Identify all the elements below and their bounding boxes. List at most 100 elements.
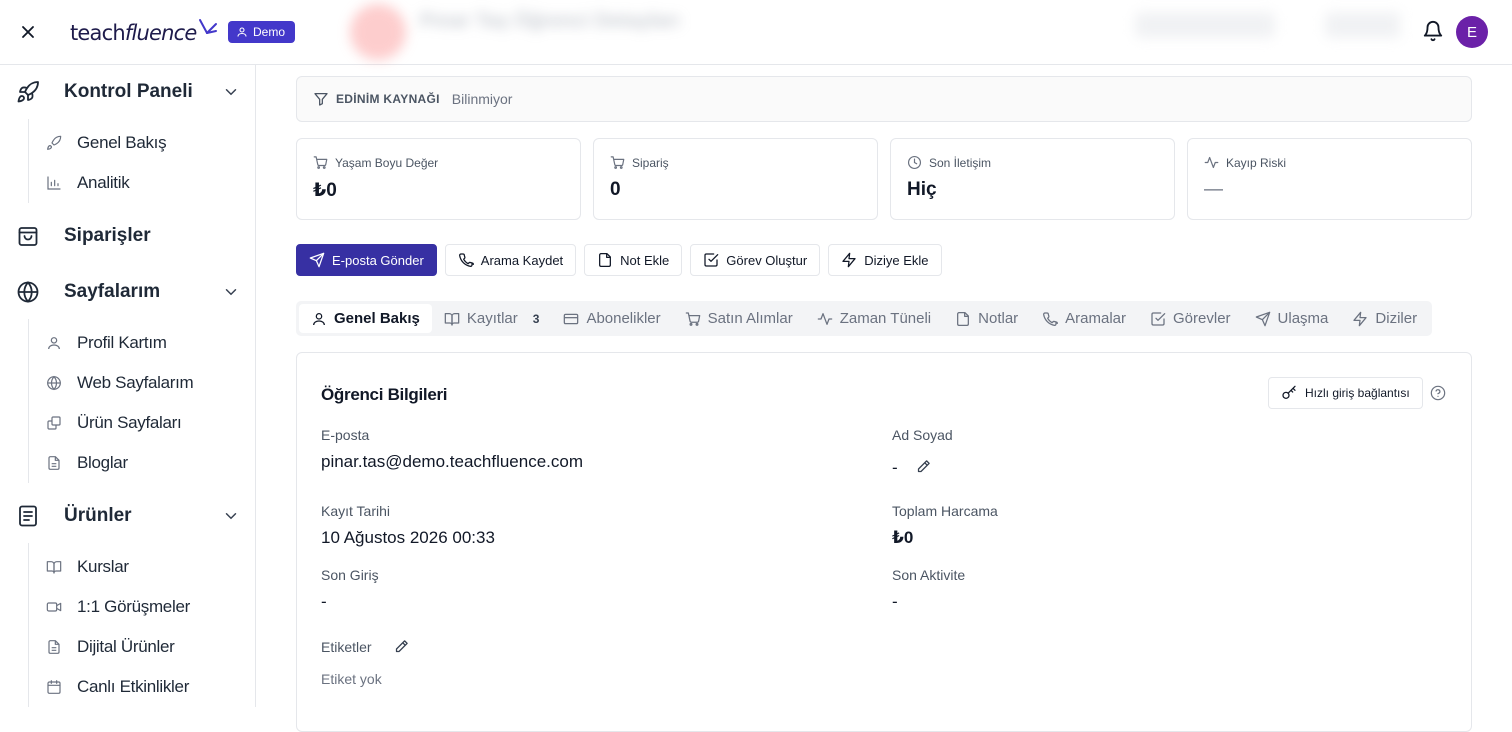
sidebar-item-urun-sayfalari[interactable]: Ürün Sayfaları [46, 408, 246, 438]
acquisition-source-label: EDİNİM KAYNAĞI [336, 92, 440, 106]
pencil-icon[interactable] [916, 459, 931, 474]
sidebar-item-kurslar[interactable]: Kurslar [46, 552, 246, 582]
chevron-down-icon [222, 507, 240, 525]
tab-kayitlar[interactable]: Kayıtlar 3 [432, 304, 552, 333]
tab-label: Notlar [978, 310, 1019, 327]
sidebar-item-profil-kartim[interactable]: Profil Kartım [46, 328, 246, 358]
note-icon [597, 252, 613, 268]
sidebar-subgroup-line [28, 119, 29, 203]
cart-icon [610, 155, 625, 170]
create-task-button[interactable]: Görev Oluştur [690, 244, 821, 276]
send-email-button[interactable]: E-posta Gönder [296, 244, 437, 276]
pencil-icon[interactable] [394, 639, 409, 654]
stat-value: Hiç [907, 179, 937, 200]
sidebar-section-label: Kontrol Paneli [64, 81, 193, 102]
tab-aramalar[interactable]: Aramalar [1030, 304, 1138, 333]
phone-icon [458, 252, 474, 268]
tab-count-badge: 3 [532, 311, 540, 326]
close-icon[interactable] [16, 20, 40, 44]
sidebar-section-urunler[interactable]: Ürünler [0, 496, 255, 536]
full-name-label: Ad Soyad [892, 427, 953, 443]
sidebar-item-label: Ürün Sayfaları [77, 413, 182, 432]
tab-zaman-tuneli[interactable]: Zaman Tüneli [805, 304, 943, 333]
cart-icon [685, 311, 701, 327]
last-activity-label: Son Aktivite [892, 567, 966, 583]
demo-badge-label: Demo [253, 25, 286, 39]
action-buttons: E-posta Gönder Arama Kaydet Not Ekle Gör… [296, 244, 942, 276]
email-label: E-posta [321, 427, 370, 443]
tab-genel-bakis[interactable]: Genel Bakış [299, 304, 432, 333]
sidebar-item-genel-bakis[interactable]: Genel Bakış [46, 128, 246, 158]
book-open-icon [46, 559, 62, 575]
quick-login-link-button[interactable]: Hızlı giriş bağlantısı [1268, 377, 1423, 409]
bell-icon[interactable] [1422, 20, 1446, 44]
tab-abonelikler[interactable]: Abonelikler [551, 304, 672, 333]
document-icon [16, 504, 40, 528]
shopping-bag-icon [16, 224, 40, 248]
stat-card-last-contact: Son İletişim Hiç [890, 138, 1175, 220]
zap-icon [841, 252, 857, 268]
tab-ulasma[interactable]: Ulaşma [1243, 304, 1341, 333]
sidebar-item-web-sayfalarim[interactable]: Web Sayfalarım [46, 368, 246, 398]
chevron-down-icon [222, 283, 240, 301]
stat-card-lifetime-value: Yaşam Boyu Değer ₺0 [296, 138, 581, 220]
acquisition-source-value: Bilinmiyor [451, 91, 513, 107]
sidebar-section-sayfalarim[interactable]: Sayfalarım [0, 272, 255, 312]
tab-label: Zaman Tüneli [839, 310, 932, 327]
sidebar-item-analitik[interactable]: Analitik [46, 168, 246, 198]
sidebar-item-label: Kurslar [77, 557, 129, 576]
sidebar-section-kontrol-paneli[interactable]: Kontrol Paneli [0, 72, 255, 112]
check-square-icon [1150, 311, 1166, 327]
stat-value: 0 [610, 179, 621, 200]
filter-icon [313, 91, 329, 107]
sidebar-item-canli-etkinlikler[interactable]: Canlı Etkinlikler [46, 672, 246, 702]
note-icon [955, 311, 971, 327]
rocket-icon [16, 80, 40, 104]
file-text-icon [46, 455, 62, 471]
key-icon [1281, 385, 1297, 401]
sidebar-item-bloglar[interactable]: Bloglar [46, 448, 246, 478]
sidebar-subgroup-line [28, 319, 29, 483]
add-to-sequence-button[interactable]: Diziye Ekle [828, 244, 942, 276]
logo-text-part-2: fluence [124, 21, 197, 45]
registration-date-value: 10 Ağustos 2026 00:33 [321, 528, 495, 547]
tab-label: Kayıtlar [466, 310, 518, 327]
cart-icon [313, 155, 328, 170]
user-icon [46, 335, 62, 351]
stat-label: Yaşam Boyu Değer [335, 155, 439, 170]
acquisition-source-bar: EDİNİM KAYNAĞI Bilinmiyor [296, 76, 1472, 122]
tab-label: Görevler [1173, 310, 1231, 327]
sidebar-item-label: Canlı Etkinlikler [77, 677, 190, 696]
sidebar-section-siparisler[interactable]: Siparişler [0, 216, 255, 256]
zap-icon [1352, 311, 1368, 327]
student-info-card: Öğrenci Bilgileri Hızlı giriş bağlantısı… [296, 352, 1472, 732]
sidebar-subgroup-line [28, 543, 29, 707]
add-note-button[interactable]: Not Ekle [584, 244, 683, 276]
top-bar: teachfluence Demo Pınar Taş Öğrenci Deta… [0, 0, 1512, 65]
sidebar-item-dijital-urunler[interactable]: Dijital Ürünler [46, 632, 246, 662]
tab-gorevler[interactable]: Görevler [1138, 304, 1243, 333]
chevron-down-icon [222, 83, 240, 101]
sidebar-item-label: Profil Kartım [77, 333, 167, 352]
sidebar-section-label: Ürünler [64, 505, 132, 526]
stat-label: Sipariş [632, 155, 669, 170]
tab-notlar[interactable]: Notlar [943, 304, 1030, 333]
stat-value: ₺0 [313, 180, 337, 201]
user-avatar[interactable]: E [1456, 16, 1488, 48]
email-value: pinar.tas@demo.teachfluence.com [321, 452, 584, 471]
sidebar-item-label: Bloglar [77, 453, 128, 472]
tab-diziler[interactable]: Diziler [1340, 304, 1429, 333]
book-open-icon [444, 311, 460, 327]
log-call-button[interactable]: Arama Kaydet [444, 244, 577, 276]
total-spend-value: ₺0 [892, 528, 914, 547]
sidebar-section-label: Sayfalarım [64, 281, 161, 302]
globe-icon [46, 375, 62, 391]
teachfluence-logo[interactable]: teachfluence [70, 16, 218, 50]
help-circle-icon[interactable] [1430, 385, 1446, 401]
demo-badge: Demo [228, 21, 296, 43]
sidebar-section-label: Siparişler [64, 225, 151, 246]
sidebar-item-1-1-gorusmeler[interactable]: 1:1 Görüşmeler [46, 592, 246, 622]
tab-satin-alimlar[interactable]: Satın Alımlar [673, 304, 805, 333]
student-info-title: Öğrenci Bilgileri [321, 385, 448, 404]
quick-login-link-label: Hızlı giriş bağlantısı [1305, 386, 1410, 400]
